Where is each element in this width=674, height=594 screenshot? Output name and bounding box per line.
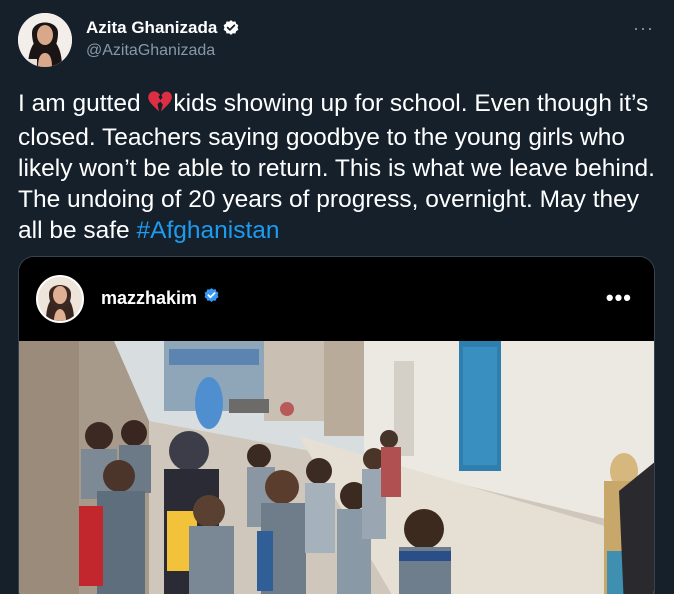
- embedded-username[interactable]: mazzhakim: [101, 288, 197, 309]
- broken-heart-emoji-icon: [147, 90, 173, 122]
- author-name-row: Azita Ghanizada: [86, 18, 240, 38]
- embedded-media-card[interactable]: mazzhakim •••: [18, 256, 655, 594]
- embedded-name-row: mazzhakim: [101, 287, 220, 309]
- more-options-icon[interactable]: ···: [633, 18, 654, 39]
- embedded-more-options-icon[interactable]: •••: [606, 285, 632, 311]
- hashtag-link[interactable]: #Afghanistan: [137, 217, 280, 244]
- tweet-text-start: I am gutted: [18, 90, 148, 117]
- author-display-name[interactable]: Azita Ghanizada: [86, 18, 217, 38]
- embedded-verified-badge-icon: [203, 287, 220, 309]
- author-handle[interactable]: @AzitaGhanizada: [86, 42, 215, 60]
- tweet-text: I am gutted kids showing up for school. …: [18, 88, 663, 246]
- verified-badge-icon: [222, 19, 240, 37]
- embedded-post-header: mazzhakim •••: [19, 257, 654, 341]
- embedded-author-avatar[interactable]: [36, 275, 84, 323]
- tweet: Azita Ghanizada @AzitaGhanizada ··· I am…: [0, 0, 674, 594]
- embedded-photo[interactable]: [19, 341, 654, 594]
- author-avatar[interactable]: [18, 13, 72, 67]
